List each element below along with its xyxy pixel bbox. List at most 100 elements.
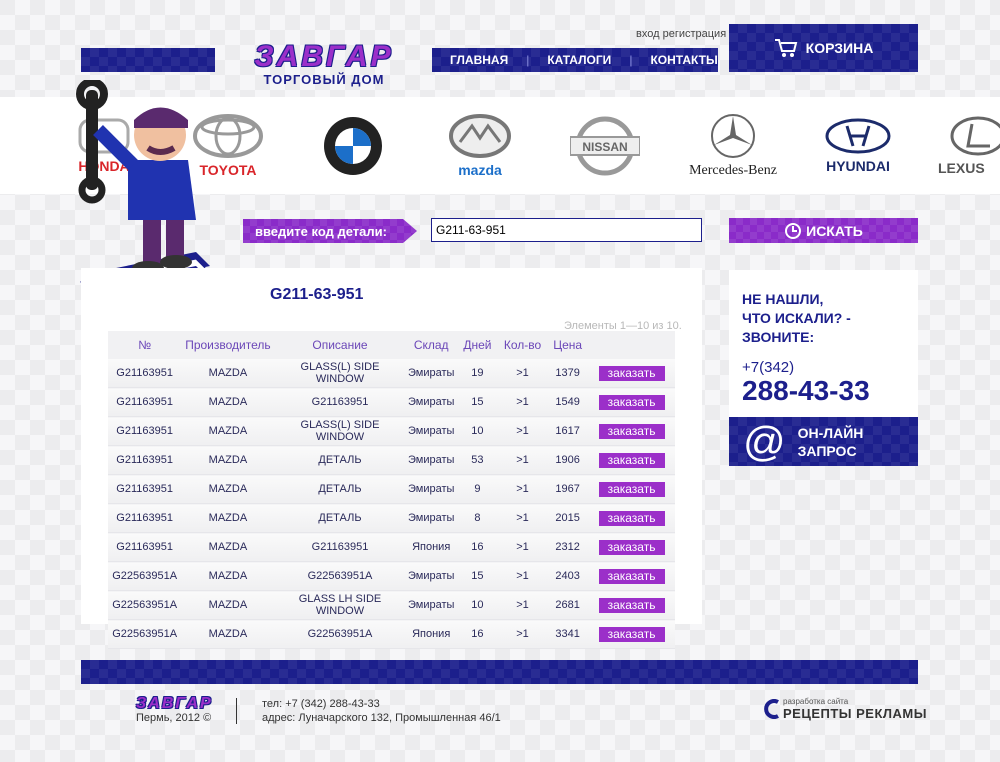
online-request-line: ЗАПРОС <box>797 442 857 459</box>
brand-label: Mercedes-Benz <box>689 162 777 178</box>
qty-cell: >1 <box>497 387 548 417</box>
part-code-input[interactable] <box>431 218 702 242</box>
order-button[interactable]: заказать <box>598 423 665 439</box>
brand-bmw[interactable] <box>303 97 403 194</box>
maker-cell: MAZDA <box>181 359 275 388</box>
maker-cell: MAZDA <box>181 387 275 417</box>
days-cell: 15 <box>457 561 498 591</box>
days-cell: 15 <box>457 387 498 417</box>
brand-lexus[interactable]: LEXUS <box>938 97 1000 194</box>
not-found-line: НЕ НАШЛИ, <box>742 291 824 307</box>
footer-logo[interactable]: ЗАВГАР <box>136 695 213 713</box>
online-request-button[interactable]: @ ОН-ЛАЙН ЗАПРОС <box>729 417 918 466</box>
part-number-cell: G21163951 <box>108 387 182 417</box>
qty-cell: >1 <box>497 474 548 504</box>
nav-catalogs[interactable]: КАТАЛОГИ <box>529 53 629 67</box>
description-cell: GLASS(L) SIDE WINDOW <box>274 359 406 388</box>
stock-cell: Япония <box>405 619 457 649</box>
order-button[interactable]: заказать <box>598 365 665 381</box>
maker-cell: MAZDA <box>181 503 275 533</box>
nissan-logo-icon: NISSAN <box>570 116 640 175</box>
order-cell: заказать <box>588 416 675 446</box>
footer-phone: тел: +7 (342) 288-43-33 <box>262 698 380 710</box>
qty-cell: >1 <box>497 359 548 388</box>
search-icon <box>785 222 802 239</box>
order-button[interactable]: заказать <box>598 597 665 613</box>
part-number-cell: G22563951A <box>108 619 182 649</box>
order-cell: заказать <box>588 474 675 504</box>
description-cell: G21163951 <box>274 532 406 562</box>
table-row: G21163951 MAZDA G21163951 Япония 16 >1 2312 зак… <box>108 532 675 562</box>
part-number-cell: G21163951 <box>108 445 182 475</box>
order-cell: заказать <box>588 561 675 591</box>
login-link[interactable]: вход <box>636 28 660 40</box>
brand-label: NISSAN <box>582 140 627 154</box>
order-button[interactable]: заказать <box>598 452 665 468</box>
col-header-maker[interactable]: Производитель <box>181 331 275 359</box>
part-number-cell: G21163951 <box>108 503 182 533</box>
col-header-qty[interactable]: Кол-во <box>497 331 548 359</box>
brand-hyundai[interactable]: HYUNDAI <box>808 97 908 194</box>
maker-cell: MAZDA <box>181 561 275 591</box>
site-logo[interactable]: ЗАВГАР ТОРГОВЫЙ ДОМ <box>242 40 406 90</box>
col-header-description[interactable]: Описание <box>274 331 406 359</box>
qty-cell: >1 <box>497 503 548 533</box>
price-cell: 1379 <box>547 359 589 388</box>
table-row: G22563951A MAZDA GLASS LH SIDE WINDOW Эмира… <box>108 590 675 620</box>
table-header-row: № Производитель Описание Склад Дней Кол-… <box>108 331 675 359</box>
price-cell: 1549 <box>547 387 589 417</box>
price-cell: 2403 <box>547 561 589 591</box>
table-row: G21163951 MAZDA ДЕТАЛЬ Эмираты 9 >1 1967 заказа… <box>108 474 675 504</box>
table-row: G21163951 MAZDA GLASS(L) SIDE WINDOW Эмират… <box>108 416 675 446</box>
maker-cell: MAZDA <box>181 416 275 446</box>
maker-cell: MAZDA <box>181 474 275 504</box>
search-button[interactable]: ИСКАТЬ <box>729 218 918 243</box>
lexus-logo-icon <box>950 116 1000 155</box>
order-button[interactable]: заказать <box>598 510 665 526</box>
developer-link[interactable]: разработка сайта РЕЦЕПТЫ РЕКЛАМЫ <box>764 697 927 721</box>
order-button[interactable]: заказать <box>598 394 665 410</box>
nav-home[interactable]: ГЛАВНАЯ <box>432 53 526 67</box>
developer-small-text: разработка сайта <box>783 697 849 706</box>
footer-address: адрес: Луначарского 132, Промышленная 46… <box>262 712 501 724</box>
col-header-price[interactable]: Цена <box>547 331 589 359</box>
brand-nissan[interactable]: NISSAN <box>555 97 655 194</box>
col-header-stock[interactable]: Склад <box>405 331 457 359</box>
order-button[interactable]: заказать <box>598 568 665 584</box>
price-cell: 2015 <box>547 503 589 533</box>
brand-mercedes[interactable]: Mercedes-Benz <box>673 97 793 194</box>
price-cell: 1617 <box>547 416 589 446</box>
qty-cell: >1 <box>497 619 548 649</box>
cart-button[interactable]: КОРЗИНА <box>729 24 918 72</box>
bmw-logo-icon <box>324 116 382 175</box>
col-header-number[interactable]: № <box>108 331 182 359</box>
stock-cell: Япония <box>405 532 457 562</box>
description-cell: ДЕТАЛЬ <box>274 503 406 533</box>
main-nav: ГЛАВНАЯ | КАТАЛОГИ | КОНТАКТЫ <box>432 48 718 72</box>
stock-cell: Эмираты <box>405 416 457 446</box>
register-link[interactable]: регистрация <box>663 28 727 40</box>
online-request-label: ОН-ЛАЙН ЗАПРОС <box>798 424 864 460</box>
description-cell: G22563951A <box>274 619 406 649</box>
stock-cell: Эмираты <box>405 359 457 388</box>
not-found-line: ЧТО ИСКАЛИ? - <box>742 310 851 326</box>
part-title: G211-63-951 <box>270 286 364 303</box>
brand-mazda[interactable]: mazda <box>430 97 530 194</box>
days-cell: 19 <box>457 359 498 388</box>
description-cell: ДЕТАЛЬ <box>274 445 406 475</box>
description-cell: GLASS(L) SIDE WINDOW <box>274 416 406 446</box>
order-button[interactable]: заказать <box>598 481 665 497</box>
part-number-cell: G22563951A <box>108 561 182 591</box>
stock-cell: Эмираты <box>405 590 457 620</box>
header-left-bar <box>81 48 215 72</box>
search-button-label: ИСКАТЬ <box>806 222 863 239</box>
footer-divider <box>236 698 237 724</box>
order-button[interactable]: заказать <box>598 626 665 642</box>
col-header-days[interactable]: Дней <box>457 331 498 359</box>
footer-bar <box>81 660 918 684</box>
days-cell: 9 <box>457 474 498 504</box>
nav-contacts[interactable]: КОНТАКТЫ <box>632 53 735 67</box>
developer-logo-icon <box>764 699 779 719</box>
order-button[interactable]: заказать <box>598 539 665 555</box>
table-row: G21163951 MAZDA G21163951 Эмираты 15 >1 1549 за… <box>108 387 675 417</box>
